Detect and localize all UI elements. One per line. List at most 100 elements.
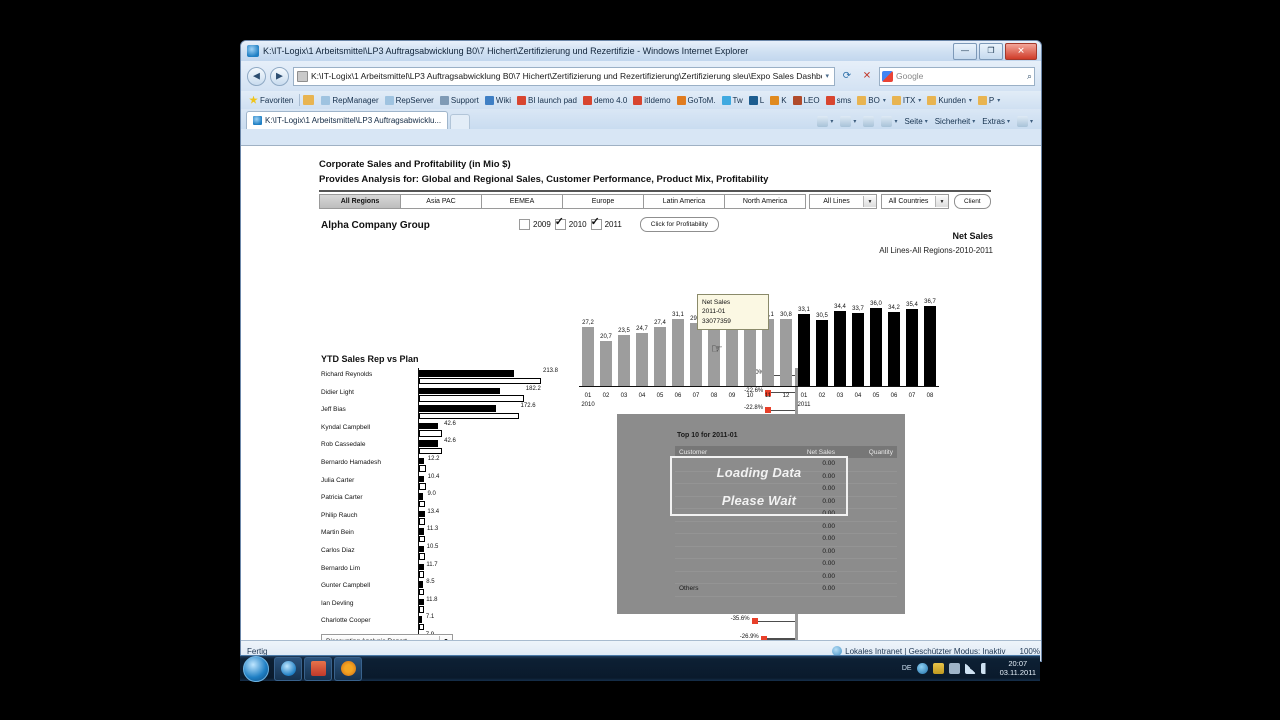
favorite-repmanager[interactable]: RepManager (318, 95, 381, 105)
column-bar[interactable]: 24,7 (636, 282, 648, 387)
favorite-leo[interactable]: LEO (790, 95, 823, 105)
column-bar[interactable]: 33,7 (852, 282, 864, 387)
table-row[interactable]: 0.00 (675, 547, 897, 559)
address-dropdown-icon[interactable]: ▾ (822, 72, 832, 80)
start-button[interactable] (243, 655, 269, 682)
table-row[interactable]: 0.00 (675, 559, 897, 572)
chevron-down-icon[interactable]: ▾ (894, 118, 897, 125)
command-mail-icon[interactable] (860, 116, 877, 127)
chevron-down-icon[interactable]: ▾ (972, 118, 975, 125)
security-icon[interactable] (932, 663, 944, 674)
network-icon[interactable] (964, 663, 976, 674)
client-button[interactable]: Client (954, 194, 991, 209)
favorite-support[interactable]: Support (437, 95, 482, 105)
favorite-sms[interactable]: sms (823, 95, 855, 105)
column-bar[interactable]: 30,5 (816, 282, 828, 387)
refresh-button[interactable]: ⟳ (839, 68, 855, 85)
command-sicherheit[interactable]: Sicherheit ▾ (932, 117, 979, 126)
favorite-repserver[interactable]: RepServer (382, 95, 437, 105)
table-row[interactable]: Others 0.00 (675, 584, 897, 597)
clock[interactable]: 20:07 03.11.2011 (1000, 659, 1036, 677)
chevron-down-icon[interactable]: ▾ (969, 97, 972, 104)
maximize-button[interactable]: ❐ (979, 42, 1003, 60)
browser-tab[interactable]: K:\IT-Logix\1 Arbeitsmittel\LP3 Auftrags… (246, 111, 449, 129)
column-bar[interactable]: 34,2 (888, 282, 900, 387)
rep-row[interactable]: Kyndal Campbell 42.6 (321, 421, 621, 439)
year-checkbox-2010[interactable]: 2010 (554, 215, 587, 230)
favorite-bi-launch-pad[interactable]: BI launch pad (514, 95, 580, 105)
rep-row[interactable]: Ian Devling 11.8 (321, 597, 621, 615)
command-feeds-icon[interactable]: ▾ (837, 116, 859, 127)
line-filter[interactable]: All Lines ▼ (809, 194, 877, 209)
favorite-l[interactable]: L (746, 95, 767, 105)
favorite-tw[interactable]: Tw (719, 95, 746, 105)
year-checkbox-2011[interactable]: 2011 (590, 215, 622, 230)
rep-row[interactable]: Patricia Carter 9.0 (321, 491, 621, 509)
command-home-icon[interactable]: ▾ (814, 116, 836, 127)
column-bar[interactable]: 31,1 (672, 282, 684, 387)
command-extras[interactable]: Extras ▾ (979, 117, 1013, 126)
minimize-button[interactable]: — (953, 42, 977, 60)
country-filter[interactable]: All Countries ▼ (881, 194, 949, 209)
rep-row[interactable]: Richard Reynolds 213.8 (321, 368, 621, 386)
favorite-itidemo[interactable]: itIdemo (630, 95, 673, 105)
column-bar[interactable]: 36,0 (870, 282, 882, 387)
rep-row[interactable]: Jeff Bias 172.6 (321, 403, 621, 421)
chevron-down-icon[interactable]: ▼ (935, 196, 948, 207)
region-tab-all-regions[interactable]: All Regions (319, 194, 401, 209)
command-help-icon[interactable]: ▾ (1014, 116, 1036, 127)
rep-row[interactable]: Bernardo Lim 11.7 (321, 562, 621, 580)
address-bar[interactable]: K:\IT-Logix\1 Arbeitsmittel\LP3 Auftrags… (293, 66, 835, 86)
favorite-gotom-[interactable]: GoToM. (674, 95, 719, 105)
chevron-down-icon[interactable]: ▾ (1030, 118, 1033, 125)
region-tab-europe[interactable]: Europe (562, 194, 644, 209)
column-bar[interactable]: 27,4 (654, 282, 666, 387)
favorite-itx[interactable]: ITX ▾ (889, 95, 924, 105)
column-bar[interactable]: 36,7 (924, 282, 936, 387)
chevron-down-icon[interactable]: ▼ (863, 196, 876, 207)
rep-row[interactable]: Charlotte Cooper 7.1 (321, 614, 621, 632)
language-indicator[interactable]: DE (902, 665, 912, 672)
checkbox-icon[interactable] (590, 215, 602, 230)
rep-row[interactable]: Julia Carter 10.4 (321, 474, 621, 492)
column-bar[interactable]: 20,7 (600, 282, 612, 387)
favorite-bo[interactable]: BO ▾ (854, 95, 889, 105)
printer-icon[interactable] (948, 663, 960, 674)
rep-row[interactable]: Didier Light 182.2 (321, 386, 621, 404)
forward-button[interactable]: ▶ (270, 66, 289, 86)
back-button[interactable]: ◀ (247, 66, 266, 86)
checkbox-icon[interactable] (519, 219, 530, 230)
rep-row[interactable]: Martin Bein 11.3 (321, 526, 621, 544)
region-tab-latin-america[interactable]: Latin America (643, 194, 725, 209)
column-bar[interactable]: 27,2 (582, 282, 594, 387)
favorites-folder-icon[interactable] (303, 95, 315, 105)
region-tab-eemea[interactable]: EEMEA (481, 194, 563, 209)
search-box[interactable]: Google ⌕ (879, 66, 1035, 86)
column-bar[interactable]: 33,1 (798, 282, 810, 387)
column-bar[interactable]: 23,5 (618, 282, 630, 387)
column-bar[interactable]: 34,4 (834, 282, 846, 387)
chevron-down-icon[interactable]: ▾ (997, 97, 1000, 104)
taskbar-item-app[interactable] (334, 656, 362, 681)
column-bar[interactable]: 35,4 (906, 282, 918, 387)
table-row[interactable]: 0.00 (675, 534, 897, 547)
checkbox-icon[interactable] (554, 215, 566, 230)
favorite-wiki[interactable]: Wiki (482, 95, 514, 105)
rep-row[interactable]: Rob Cassedale 42.6 (321, 438, 621, 456)
chevron-down-icon[interactable]: ▾ (883, 97, 886, 104)
action-center-icon[interactable] (916, 663, 928, 674)
taskbar-item-internet-explorer[interactable] (274, 656, 302, 681)
chevron-down-icon[interactable]: ▾ (925, 118, 928, 125)
volume-icon[interactable] (980, 663, 992, 674)
column-bar[interactable]: 30,8 (780, 282, 792, 387)
chevron-down-icon[interactable]: ▾ (830, 118, 833, 125)
profitability-button[interactable]: Click for Profitability (639, 217, 719, 232)
region-tab-north-america[interactable]: North America (724, 194, 806, 209)
rep-row[interactable]: Philip Rauch 13.4 (321, 509, 621, 527)
command-seite[interactable]: Seite ▾ (901, 117, 930, 126)
table-row[interactable]: 0.00 (675, 572, 897, 584)
favorite-k[interactable]: K (767, 95, 789, 105)
stop-button[interactable]: ✕ (859, 68, 875, 85)
rep-row[interactable]: Gunter Campbell 8.5 (321, 579, 621, 597)
close-button[interactable]: ✕ (1005, 42, 1037, 60)
